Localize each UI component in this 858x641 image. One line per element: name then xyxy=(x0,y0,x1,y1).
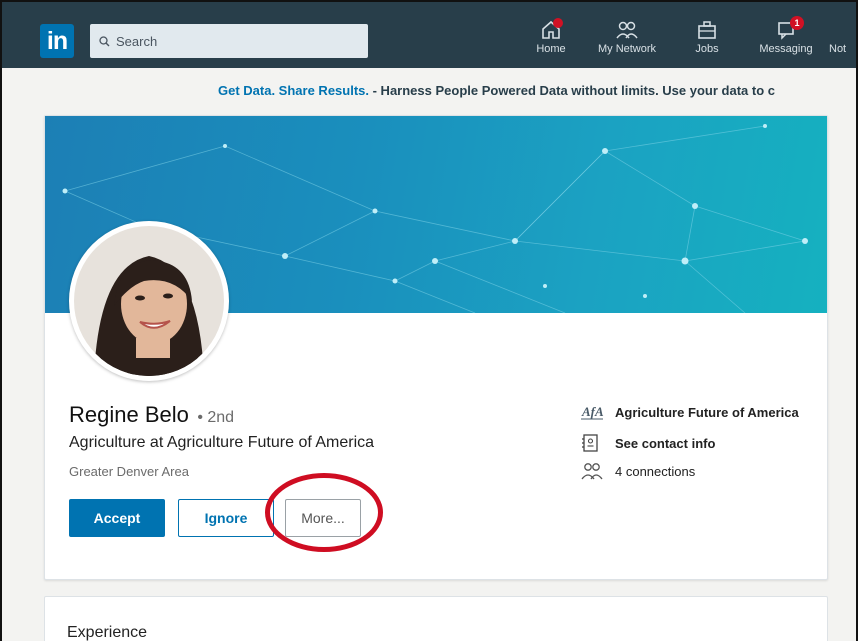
jobs-icon xyxy=(685,20,729,40)
connections-count: 4 connections xyxy=(615,464,696,479)
nav-jobs-label: Jobs xyxy=(695,43,719,55)
svg-text:AfA: AfA xyxy=(581,404,604,419)
home-notification-dot xyxy=(553,18,563,28)
linkedin-logo[interactable]: in xyxy=(40,24,74,58)
profile-name-line: Regine Belo • 2nd xyxy=(69,402,234,428)
nav-messaging[interactable]: 1 Messaging xyxy=(754,16,818,64)
home-icon xyxy=(531,20,571,40)
nav-home[interactable]: Home xyxy=(531,18,571,64)
contact-card-icon xyxy=(581,434,601,455)
company-logo: AfA xyxy=(581,403,605,424)
nav-my-network-label: My Network xyxy=(597,43,657,55)
browser-frame: in Home My Network Jobs xyxy=(0,0,858,641)
company-name: Agriculture Future of America xyxy=(615,405,799,420)
notifications-icon xyxy=(829,20,856,40)
profile-location: Greater Denver Area xyxy=(69,464,189,479)
ad-text: - Harness People Powered Data without li… xyxy=(369,83,775,98)
connections-icon xyxy=(581,462,605,483)
red-highlight-circle xyxy=(265,473,383,552)
contact-info-text: See contact info xyxy=(615,436,716,451)
search-icon xyxy=(99,34,110,52)
messaging-icon xyxy=(754,20,818,40)
search-box[interactable] xyxy=(90,24,368,58)
nav-notifications[interactable]: Not xyxy=(829,20,856,64)
ignore-button[interactable]: Ignore xyxy=(178,499,274,537)
nav-my-network[interactable]: My Network xyxy=(592,20,662,64)
network-icon xyxy=(592,20,662,40)
messaging-badge: 1 xyxy=(790,16,804,30)
ad-link[interactable]: Get Data. Share Results. xyxy=(218,83,369,98)
profile-headline: Agriculture at Agriculture Future of Ame… xyxy=(69,434,375,451)
nav-home-label: Home xyxy=(536,43,566,55)
connection-degree: • 2nd xyxy=(197,409,235,426)
search-input[interactable] xyxy=(116,24,356,58)
experience-heading: Experience xyxy=(67,624,148,641)
ad-banner: Get Data. Share Results. - Harness Peopl… xyxy=(218,83,775,98)
nav-notifications-label: Not xyxy=(829,43,847,55)
accept-button[interactable]: Accept xyxy=(69,499,165,537)
experience-section: Experience xyxy=(44,596,828,641)
top-nav-bar: in Home My Network Jobs xyxy=(2,2,856,68)
profile-avatar[interactable] xyxy=(69,221,229,381)
profile-card: Regine Belo • 2nd Agriculture at Agricul… xyxy=(44,115,828,580)
nav-jobs[interactable]: Jobs xyxy=(685,20,729,64)
profile-name: Regine Belo xyxy=(69,402,189,427)
nav-messaging-label: Messaging xyxy=(759,43,813,55)
